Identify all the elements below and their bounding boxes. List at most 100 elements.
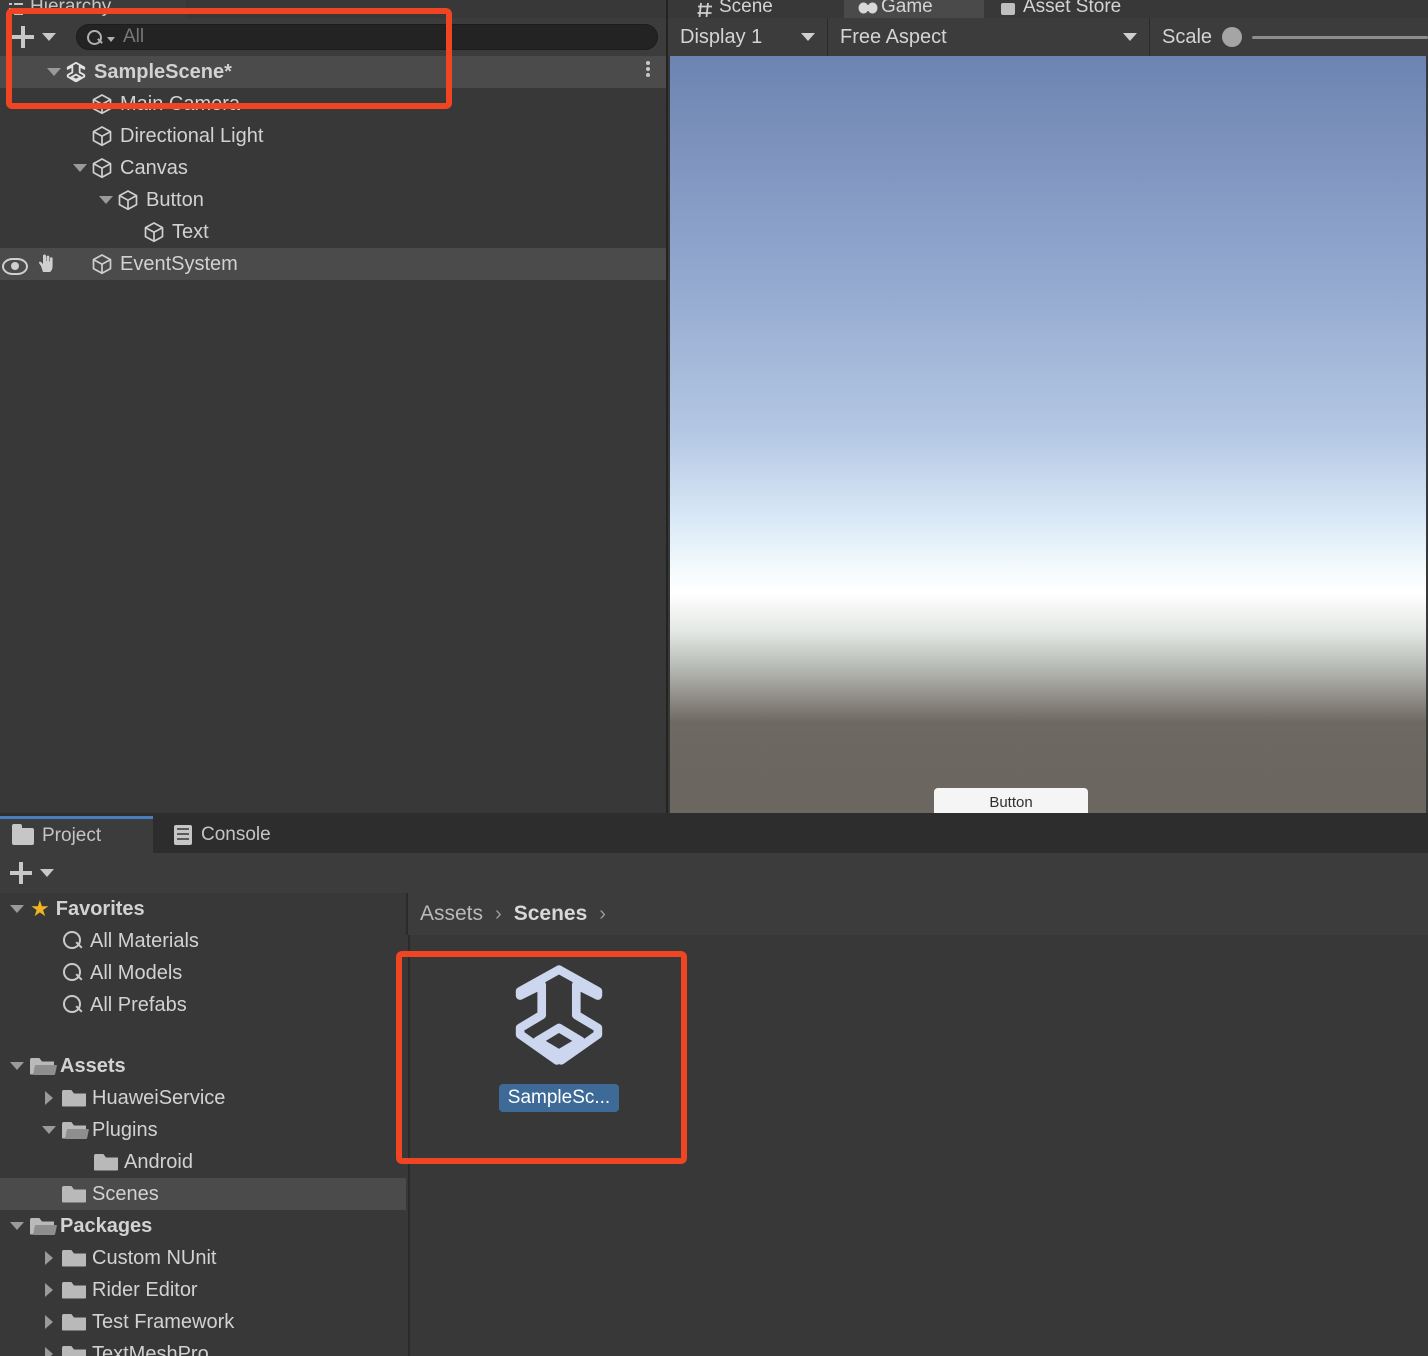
foldout-toggle[interactable] [36, 1347, 62, 1356]
project-tree-item-custom-nunit[interactable]: Custom NUnit [0, 1242, 406, 1274]
aspect-dropdown[interactable]: Free Aspect [828, 18, 1150, 56]
tab-console-label: Console [201, 823, 271, 845]
hierarchy-item-button[interactable]: Button [0, 184, 668, 216]
project-tree-item-label: TextMeshPro [92, 1342, 209, 1356]
project-tree-item-label: HuaweiService [92, 1086, 226, 1109]
hierarchy-item-eventsystem[interactable]: EventSystem [0, 248, 668, 280]
tab-scene[interactable]: Scene [682, 0, 842, 18]
hierarchy-item-directional-light[interactable]: Directional Light [0, 120, 668, 152]
hierarchy-item-label: Canvas [120, 156, 188, 179]
project-add-button[interactable] [10, 862, 54, 884]
game-tabbar: Scene Game Asset Store [668, 0, 1428, 18]
project-tree-item-plugins[interactable]: Plugins [0, 1114, 406, 1146]
project-tree-item-test-framework[interactable]: Test Framework [0, 1306, 406, 1338]
project-tree-item-favorites[interactable]: ★ Favorites [0, 893, 406, 925]
visibility-toggles[interactable] [2, 253, 58, 279]
scale-slider-track[interactable] [1252, 35, 1428, 39]
gameobject-cube-icon [90, 92, 114, 116]
hierarchy-item-canvas[interactable]: Canvas [0, 152, 668, 184]
breadcrumb[interactable]: Assets › Scenes › [406, 893, 1428, 935]
hierarchy-item-samplescene[interactable]: SampleScene* [0, 56, 668, 88]
project-tree-item-textmeshpro[interactable]: TextMeshPro [0, 1338, 406, 1356]
game-panel: Scene Game Asset Store Display 1 Free Aspe… [668, 0, 1428, 813]
search-dropdown-icon[interactable] [107, 36, 115, 42]
foldout-toggle[interactable] [36, 1126, 62, 1134]
display-dropdown[interactable]: Display 1 [668, 18, 828, 56]
foldout-toggle[interactable] [44, 68, 64, 76]
tab-project[interactable]: Project [0, 816, 153, 853]
project-tree-item-label: All Prefabs [90, 993, 187, 1016]
hierarchy-item-label: SampleScene* [94, 60, 232, 83]
project-tree-item-label: Plugins [92, 1118, 158, 1141]
project-toolbar [0, 853, 1428, 893]
game-toolbar: Display 1 Free Aspect Scale [668, 18, 1428, 56]
chevron-down-icon [10, 905, 24, 913]
chevron-down-icon [73, 164, 87, 172]
tab-hierarchy[interactable]: Hierarchy [0, 0, 186, 18]
asset-grid[interactable]: SampleSc... [408, 935, 1428, 1356]
hierarchy-tree[interactable]: SampleScene* Main Camera Directional Light… [0, 56, 668, 813]
game-controller-icon [858, 1, 878, 17]
gameobject-cube-icon [90, 252, 114, 276]
hierarchy-item-label: EventSystem [120, 252, 238, 275]
kebab-menu-icon[interactable] [646, 61, 650, 77]
project-tree-item-scenes[interactable]: Scenes [0, 1178, 406, 1210]
folder-open-icon [30, 1058, 54, 1075]
project-tree-item-label: Rider Editor [92, 1278, 198, 1301]
chevron-right-icon [45, 1315, 53, 1329]
gameobject-cube-icon [90, 156, 114, 180]
foldout-toggle[interactable] [96, 196, 116, 204]
scale-slider-knob[interactable] [1222, 27, 1243, 47]
hierarchy-item-text[interactable]: Text [0, 216, 668, 248]
project-tree-item-android[interactable]: Android [0, 1146, 406, 1178]
hierarchy-item-main-camera[interactable]: Main Camera [0, 88, 668, 120]
foldout-toggle[interactable] [36, 1091, 62, 1105]
game-view-render[interactable]: Button [670, 56, 1426, 813]
project-tree-item-huaweiservice[interactable]: HuaweiService [0, 1082, 406, 1114]
project-tree-item-all-prefabs[interactable]: All Prefabs [0, 989, 406, 1021]
project-asset-browser: Assets › Scenes › SampleSc... [406, 893, 1428, 1356]
breadcrumb-item-scenes[interactable]: Scenes [514, 902, 588, 926]
project-tree-item-packages[interactable]: Packages [0, 1210, 406, 1242]
foldout-toggle[interactable] [4, 1062, 30, 1070]
tab-console[interactable]: Console [160, 816, 285, 853]
project-tree-item-label: All Materials [90, 929, 199, 952]
project-tree-item-assets[interactable]: Assets [0, 1050, 406, 1082]
project-tree-item-all-materials[interactable]: All Materials [0, 925, 406, 957]
tab-game[interactable]: Game [844, 0, 984, 18]
scale-slider-group[interactable]: Scale [1150, 18, 1428, 56]
foldout-toggle[interactable] [70, 164, 90, 172]
display-dropdown-label: Display 1 [680, 25, 763, 48]
eye-icon[interactable] [2, 257, 28, 275]
asset-item-samplescene[interactable]: SampleSc... [424, 957, 694, 1142]
tab-asset-store[interactable]: Asset Store [986, 0, 1176, 18]
hand-pointer-icon[interactable] [36, 253, 58, 279]
foldout-toggle[interactable] [4, 905, 30, 913]
foldout-toggle[interactable] [36, 1283, 62, 1297]
tab-project-label: Project [42, 825, 102, 846]
hierarchy-search-input[interactable]: All [76, 24, 658, 50]
gameobject-cube-icon [90, 124, 114, 148]
hierarchy-item-label: Directional Light [120, 124, 264, 147]
folder-icon [62, 1090, 86, 1107]
project-folder-tree[interactable]: ★ Favorites All Materials All Models All Pre… [0, 893, 406, 1356]
tab-label: Scene [719, 0, 773, 17]
game-ui-button[interactable]: Button [934, 788, 1088, 813]
hierarchy-add-button[interactable] [8, 26, 60, 48]
aspect-dropdown-label: Free Aspect [840, 25, 947, 48]
foldout-toggle[interactable] [4, 1222, 30, 1230]
project-tree-item-rider-editor[interactable]: Rider Editor [0, 1274, 406, 1306]
foldout-toggle[interactable] [36, 1251, 62, 1265]
console-lines-icon [174, 824, 192, 845]
folder-open-icon [62, 1122, 86, 1139]
project-tree-item-all-models[interactable]: All Models [0, 957, 406, 989]
project-tree-item-label: Packages [60, 1214, 153, 1237]
project-tree-item-label: Android [124, 1150, 193, 1173]
gameobject-cube-icon [142, 220, 166, 244]
unity-editor-window: Hierarchy All SampleScene* Main Camera Dir… [0, 0, 1428, 1356]
chevron-down-icon [42, 1126, 56, 1134]
search-icon [62, 963, 84, 983]
folder-icon [62, 1250, 86, 1267]
foldout-toggle[interactable] [36, 1315, 62, 1329]
breadcrumb-item-assets[interactable]: Assets [420, 902, 483, 926]
